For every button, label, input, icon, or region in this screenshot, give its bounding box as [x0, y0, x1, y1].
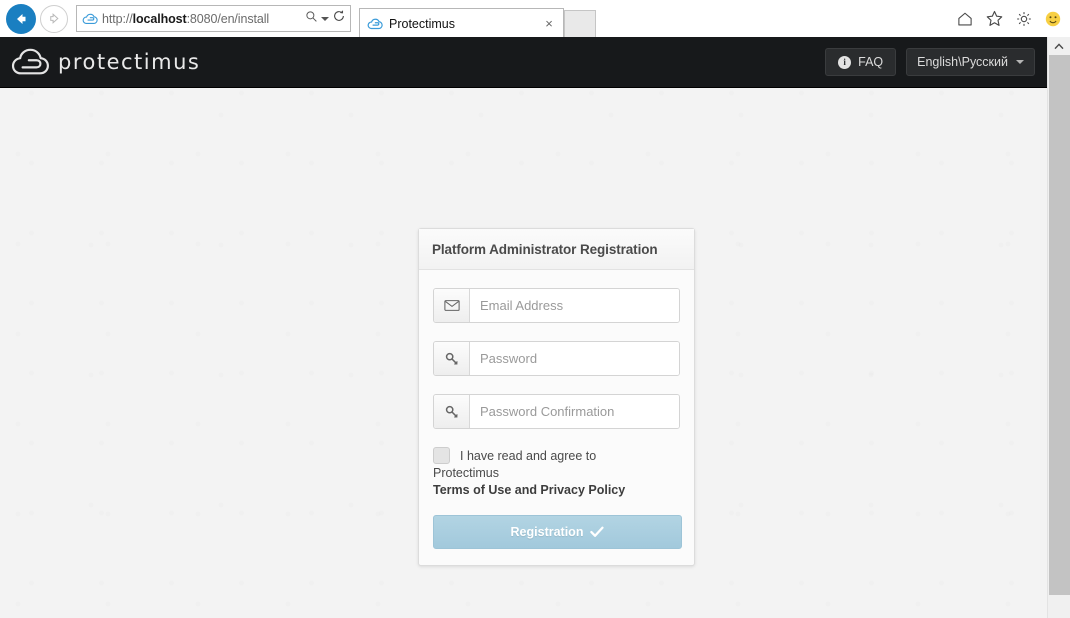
terms-brand-text: Protectimus [433, 466, 499, 480]
registration-card-header: Platform Administrator Registration [419, 229, 694, 270]
faq-button[interactable]: i FAQ [825, 48, 897, 76]
protectimus-cloud-logo-icon [11, 48, 49, 75]
address-text: http://localhost:8080/en/install [102, 12, 301, 26]
tab-close-icon[interactable]: × [541, 16, 557, 31]
registration-form: I have read and agree to Protectimus Ter… [419, 270, 694, 565]
browser-toolbar: http://localhost:8080/en/install Protect… [0, 0, 1070, 38]
registration-submit-button[interactable]: Registration [433, 515, 682, 549]
password-field-group[interactable] [433, 341, 680, 376]
terms-agreement-row: I have read and agree to Protectimus Ter… [433, 447, 680, 499]
forward-arrow-icon [49, 13, 59, 24]
terms-lead-text: I have read and agree to [460, 449, 597, 463]
key-icon [434, 395, 470, 428]
password-confirmation-field-group[interactable] [433, 394, 680, 429]
site-header: protectimus i FAQ English\Русский [0, 37, 1047, 88]
chevron-down-icon [1016, 60, 1024, 64]
home-icon[interactable] [956, 10, 974, 28]
envelope-icon [434, 289, 470, 322]
navigation-buttons [0, 3, 68, 34]
registration-submit-label: Registration [510, 525, 584, 539]
address-favicon-cloud-icon [81, 11, 99, 27]
address-path: :8080/en/install [186, 11, 270, 26]
info-icon: i [838, 55, 852, 69]
site-logo[interactable]: protectimus [0, 45, 200, 79]
scrollbar-up-arrow-icon[interactable] [1048, 37, 1070, 55]
checkmark-icon [590, 526, 605, 537]
email-input[interactable] [470, 289, 679, 322]
tab-strip: Protectimus × [359, 0, 596, 38]
tab-title: Protectimus [389, 16, 455, 31]
terms-checkbox[interactable] [433, 447, 450, 464]
terms-links[interactable]: Terms of Use and Privacy Policy [433, 483, 625, 497]
address-host: localhost [132, 11, 187, 26]
favorites-star-icon[interactable] [985, 9, 1004, 28]
refresh-icon[interactable] [332, 9, 346, 28]
key-icon [434, 342, 470, 375]
back-arrow-icon [17, 13, 26, 24]
address-scheme: http:// [102, 11, 133, 26]
site-header-actions: i FAQ English\Русский [825, 48, 1035, 76]
address-bar[interactable]: http://localhost:8080/en/install [76, 5, 351, 32]
settings-gear-icon[interactable] [1015, 10, 1033, 28]
password-input[interactable] [470, 342, 679, 375]
web-page: protectimus i FAQ English\Русский Platfo… [0, 37, 1047, 618]
email-field-group[interactable] [433, 288, 680, 323]
address-bar-actions [301, 9, 346, 28]
scrollbar-thumb[interactable] [1049, 55, 1070, 595]
page-title: Platform Administrator Registration [432, 241, 658, 257]
browser-toolbar-right [956, 0, 1062, 37]
password-confirmation-input[interactable] [470, 395, 679, 428]
smiley-feedback-icon[interactable] [1044, 10, 1062, 28]
browser-window: http://localhost:8080/en/install Protect… [0, 0, 1070, 618]
back-button[interactable] [6, 3, 36, 34]
tab-protectimus[interactable]: Protectimus × [359, 8, 564, 38]
language-label: English\Русский [917, 55, 1008, 69]
magnifier-icon[interactable] [305, 10, 318, 28]
forward-button[interactable] [40, 4, 68, 33]
faq-label: FAQ [858, 55, 884, 69]
page-scrollbar[interactable] [1047, 37, 1070, 618]
registration-card: Platform Administrator Registration Emai… [418, 228, 695, 566]
language-selector[interactable]: English\Русский [906, 48, 1035, 76]
site-logo-text: protectimus [58, 50, 201, 74]
new-tab-button[interactable] [564, 10, 596, 38]
page-viewport: protectimus i FAQ English\Русский Platfo… [0, 37, 1070, 618]
tab-favicon-cloud-icon [366, 18, 384, 30]
search-provider-chevron-down-icon[interactable] [321, 16, 329, 21]
